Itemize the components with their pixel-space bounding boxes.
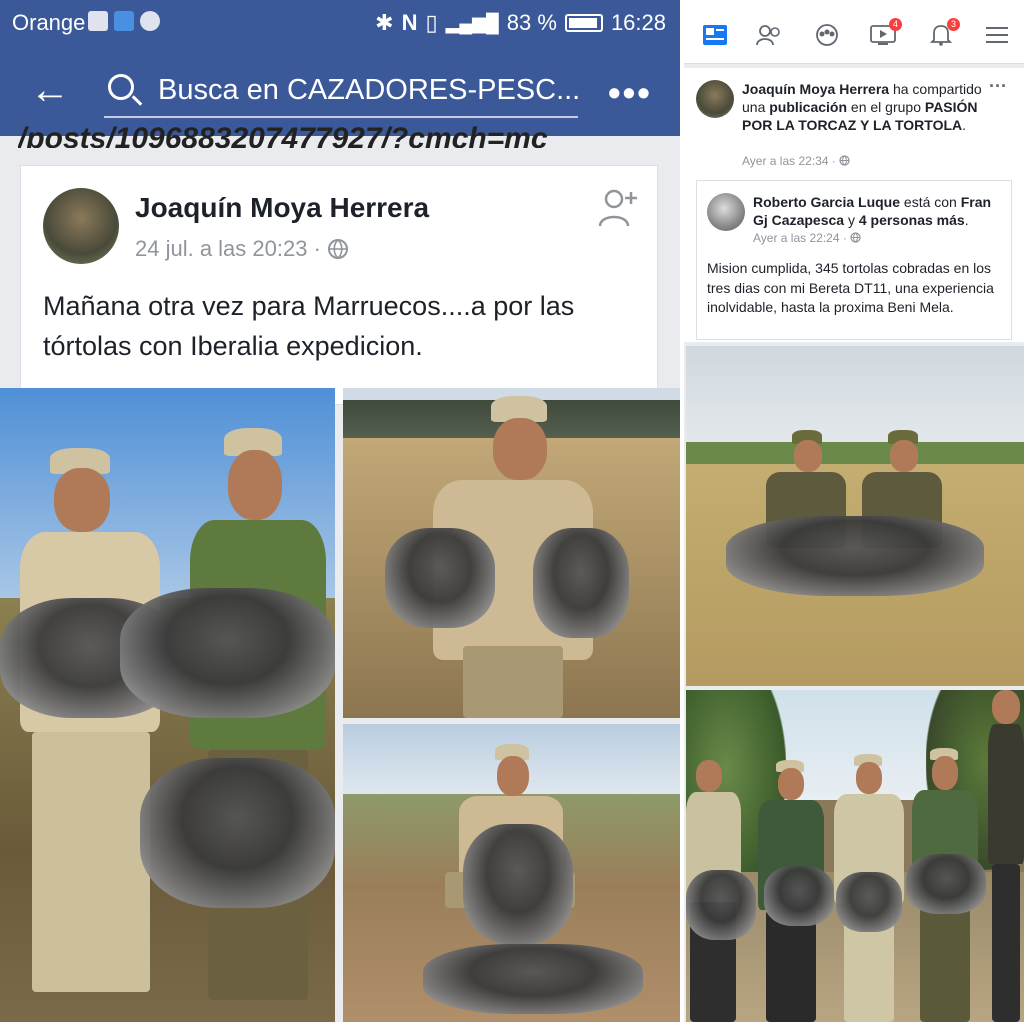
share-actor[interactable]: Joaquín Moya Herrera <box>742 81 889 97</box>
dove-bundle <box>423 944 643 1014</box>
avatar[interactable] <box>43 188 119 264</box>
shared-post-date[interactable]: Ayer a las 22:24 · <box>753 231 861 245</box>
menu-icon[interactable] <box>984 24 1010 46</box>
photo-person <box>10 448 180 1008</box>
avatar[interactable] <box>707 193 745 231</box>
news-feed-icon[interactable] <box>702 24 728 46</box>
battery-percent: 83 % <box>506 10 557 35</box>
post-photo-2[interactable] <box>343 388 680 718</box>
post-photo-3[interactable] <box>343 724 680 1022</box>
photo-treeline <box>686 442 1024 466</box>
bluetooth-icon: ✱ <box>375 10 394 35</box>
status-bar: Orange ✱ N ▯ ▂▄▆█ 83 % 16:28 <box>0 0 680 46</box>
share-header: Joaquín Moya Herrera ha compartido una p… <box>742 80 992 134</box>
post-card: Joaquín Moya Herrera 24 jul. a las 20:23… <box>20 165 658 405</box>
carrier-label: Orange <box>12 10 86 35</box>
dove-bundle <box>686 870 756 940</box>
shared-post-and: y <box>844 212 859 228</box>
globe-icon <box>850 232 861 243</box>
share-date-text: Ayer a las 22:34 · <box>742 154 840 168</box>
status-notification-icons <box>88 11 160 31</box>
dove-bundle <box>906 854 986 914</box>
dove-bundle <box>533 528 629 638</box>
photo-person <box>180 428 330 1008</box>
avatar[interactable] <box>696 80 734 118</box>
notifications-icon[interactable]: 3 <box>928 18 960 46</box>
friends-icon[interactable] <box>756 24 782 46</box>
dove-bundle <box>836 872 902 932</box>
chrome-icon <box>140 11 160 31</box>
post-date[interactable]: 24 jul. a las 20:23 · <box>135 236 349 262</box>
more-options-button[interactable]: ··· <box>989 76 1007 97</box>
left-screenshot: Orange ✱ N ▯ ▂▄▆█ 83 % 16:28 ← Busca en … <box>0 0 680 1022</box>
globe-icon <box>839 155 850 166</box>
more-dots-icon[interactable]: ••• <box>608 72 652 114</box>
globe-icon <box>328 239 349 259</box>
facebook-nav-bar: 4 3 <box>684 0 1024 64</box>
dove-bundle <box>140 758 335 908</box>
shared-post-author[interactable]: Roberto Garcia Luque <box>753 194 900 210</box>
nfc-icon: N <box>401 10 418 35</box>
share-card: Joaquín Moya Herrera ha compartido una p… <box>684 68 1024 342</box>
url-fragment: /posts/1096883207477927/?cmch=mc <box>18 122 548 148</box>
dove-bundle <box>385 528 495 628</box>
notifications-badge: 3 <box>947 18 960 31</box>
shared-post-others[interactable]: 4 personas más <box>859 212 965 228</box>
shared-photo-1[interactable] <box>686 346 1024 686</box>
share-end: . <box>962 117 967 133</box>
shared-post-header: Roberto Garcia Luque está con Fran Gj Ca… <box>753 193 1003 229</box>
shared-post-with: está con <box>900 194 961 210</box>
post-photo-1[interactable] <box>0 388 335 1022</box>
vibrate-icon: ▯ <box>425 10 438 35</box>
screenshot-icon <box>88 11 108 31</box>
search-icon <box>108 74 134 100</box>
post-text: Mañana otra vez para Marruecos....a por … <box>43 291 575 361</box>
dove-bundle <box>726 516 984 596</box>
add-friend-icon[interactable] <box>597 186 641 230</box>
status-right: ✱ N ▯ ▂▄▆█ 83 % 16:28 <box>375 10 666 36</box>
groups-icon[interactable] <box>814 24 840 46</box>
watch-icon[interactable]: 4 <box>870 18 902 46</box>
signal-icon: ▂▄▆█ <box>445 12 499 33</box>
arrow-left-icon[interactable]: ← <box>30 70 70 110</box>
share-object[interactable]: publicación <box>769 99 847 115</box>
post-date-text: 24 jul. a las 20:23 · <box>135 236 328 261</box>
shared-post[interactable]: Roberto Garcia Luque está con Fran Gj Ca… <box>696 180 1012 340</box>
dove-bundle <box>463 824 573 944</box>
share-date[interactable]: Ayer a las 22:34 · <box>742 154 850 168</box>
dove-bundle <box>764 866 834 926</box>
shared-post-date-text: Ayer a las 22:24 · <box>753 231 851 245</box>
watch-badge: 4 <box>889 18 902 31</box>
right-screenshot: 4 3 Joaquín Moya Herrera ha compartido u… <box>684 0 1024 1022</box>
shield-icon <box>114 11 134 31</box>
search-input[interactable]: Busca en CAZADORES-PESC... <box>104 70 581 118</box>
shared-post-end: . <box>964 212 969 228</box>
battery-icon <box>564 14 603 32</box>
shared-photo-2[interactable] <box>686 690 1024 1022</box>
shared-post-text: Mision cumplida, 345 tortolas cobradas e… <box>707 260 994 315</box>
photo-person <box>988 690 1024 1022</box>
clock: 16:28 <box>610 10 666 35</box>
search-placeholder: Busca en CAZADORES-PESC... <box>158 74 581 106</box>
share-verb2: en el grupo <box>847 99 925 115</box>
post-author[interactable]: Joaquín Moya Herrera <box>135 192 429 224</box>
dove-bundle <box>120 588 335 718</box>
